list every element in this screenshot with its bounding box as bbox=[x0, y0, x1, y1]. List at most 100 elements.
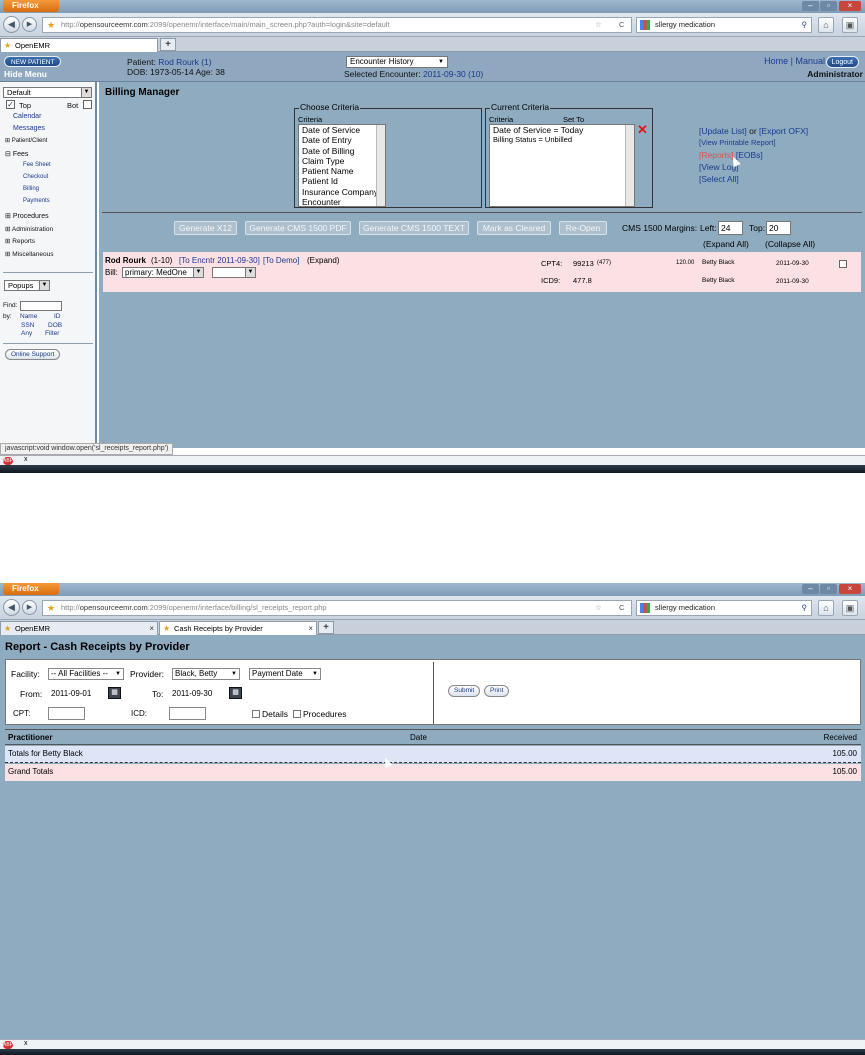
bill-option-select[interactable]: ▼ bbox=[212, 267, 256, 278]
top-margin-input[interactable]: 20 bbox=[766, 221, 791, 235]
search-icon[interactable]: ⚲ bbox=[802, 18, 808, 32]
details-checkbox[interactable] bbox=[252, 710, 260, 718]
firefox-menu-button[interactable]: Firefox bbox=[3, 583, 59, 595]
find-by-ssn[interactable]: SSN bbox=[21, 322, 34, 329]
criteria-option[interactable]: Patient Id bbox=[302, 176, 385, 186]
online-support-button[interactable]: Online Support bbox=[5, 349, 61, 360]
criteria-listbox[interactable]: Date of Service Date of Entry Date of Bi… bbox=[298, 124, 386, 207]
nav-messages[interactable]: Messages bbox=[13, 125, 45, 132]
icd-input[interactable] bbox=[169, 707, 206, 720]
facility-select[interactable]: -- All Facilities -- ▼ bbox=[48, 668, 124, 680]
nav-payments[interactable]: Payments bbox=[23, 198, 50, 204]
top-checkbox[interactable]: ✓ bbox=[6, 100, 15, 109]
search-bar[interactable]: sllergy medication ⚲ bbox=[636, 17, 812, 33]
nav-miscellaneous[interactable]: ⊞ Miscellaneous bbox=[5, 250, 53, 258]
current-criteria-listbox[interactable]: Date of Service = Today Billing Status =… bbox=[489, 124, 635, 207]
find-filter[interactable]: Filter bbox=[45, 330, 59, 337]
nav-administration[interactable]: ⊞ Administration bbox=[5, 225, 53, 233]
search-icon[interactable]: ⚲ bbox=[802, 601, 808, 615]
firefox-menu-button[interactable]: Firefox bbox=[3, 0, 59, 12]
find-by-dob[interactable]: DOB bbox=[48, 322, 62, 329]
provider-select[interactable]: Black, Betty ▼ bbox=[172, 668, 240, 680]
criteria-option[interactable]: Insurance Company bbox=[302, 187, 385, 197]
criteria-option[interactable]: Date of Entry bbox=[302, 135, 385, 145]
back-icon[interactable]: ◀ bbox=[3, 599, 20, 616]
expand-claim-link[interactable]: (Expand) bbox=[307, 256, 339, 265]
minimize-icon[interactable]: – bbox=[802, 584, 819, 594]
to-encounter-link[interactable]: [To Encntr 2011-09-30] bbox=[179, 256, 260, 265]
extension-icon[interactable]: ▣ bbox=[842, 17, 858, 33]
criteria-option[interactable]: Patient Name bbox=[302, 166, 385, 176]
collapse-all-link[interactable]: (Collapse All) bbox=[765, 239, 815, 249]
nav-billing[interactable]: Billing bbox=[23, 186, 39, 192]
url-bar[interactable]: ★ http://opensourceemr.com:2099/openemr/i… bbox=[42, 17, 632, 33]
tab-openemr[interactable]: ★ OpenEMR × bbox=[0, 621, 158, 635]
selected-encounter-link[interactable]: 2011-09-30 (10) bbox=[423, 69, 483, 79]
view-printable-report-link[interactable]: [View Printable Report] bbox=[699, 137, 808, 149]
minimize-icon[interactable]: – bbox=[802, 1, 819, 11]
view-log-link[interactable]: [View Log] bbox=[699, 161, 808, 173]
tab-cash-receipts[interactable]: ★ Cash Receipts by Provider × bbox=[159, 621, 317, 635]
reports-link[interactable]: [Reports] bbox=[699, 150, 734, 160]
print-button[interactable]: Print bbox=[484, 685, 510, 697]
find-input[interactable] bbox=[20, 301, 62, 311]
export-ofx-link[interactable]: [Export OFX] bbox=[759, 126, 808, 136]
to-demo-link[interactable]: [To Demo] bbox=[263, 256, 299, 265]
home-link[interactable]: Home bbox=[764, 56, 788, 66]
find-by-id[interactable]: ID bbox=[54, 313, 61, 320]
close-tab-icon[interactable]: × bbox=[149, 622, 154, 635]
nav-fees[interactable]: ⊟ Fees bbox=[5, 150, 28, 158]
maximize-icon[interactable]: ▫ bbox=[820, 1, 837, 11]
from-date-input[interactable]: 2011-09-01 bbox=[48, 687, 106, 700]
new-patient-button[interactable]: NEW PATIENT bbox=[4, 56, 62, 67]
bill-payer-select[interactable]: primary: MedOne ▼ bbox=[122, 267, 204, 278]
generate-x12-button[interactable]: Generate X12 bbox=[174, 221, 237, 235]
reload-icon[interactable]: C bbox=[619, 601, 624, 615]
home-icon[interactable]: ⌂ bbox=[818, 600, 834, 616]
claim-select-checkbox[interactable] bbox=[839, 260, 847, 268]
back-icon[interactable]: ◀ bbox=[3, 16, 20, 33]
listbox-scrollbar[interactable] bbox=[376, 125, 385, 206]
generate-cms1500-pdf-button[interactable]: Generate CMS 1500 PDF bbox=[245, 221, 351, 235]
mark-as-cleared-button[interactable]: Mark as Cleared bbox=[477, 221, 551, 235]
listbox-scrollbar[interactable] bbox=[625, 125, 634, 206]
adblock-icon[interactable]: ABP bbox=[3, 1041, 13, 1049]
criteria-option[interactable]: Date of Service bbox=[302, 125, 385, 135]
cpt-input[interactable] bbox=[48, 707, 85, 720]
submit-button[interactable]: Submit bbox=[448, 685, 481, 697]
nav-patient-client[interactable]: ⊞ Patient/Client bbox=[5, 137, 47, 144]
tab-openemr[interactable]: ★ OpenEMR bbox=[0, 38, 158, 52]
manual-link[interactable]: Manual bbox=[795, 56, 825, 66]
criteria-option[interactable]: Encounter bbox=[302, 197, 385, 206]
search-bar[interactable]: sllergy medication ⚲ bbox=[636, 600, 812, 616]
home-icon[interactable]: ⌂ bbox=[818, 17, 834, 33]
update-list-link[interactable]: [Update List] bbox=[699, 126, 747, 136]
forward-icon[interactable]: ▶ bbox=[22, 600, 37, 615]
close-tab-icon[interactable]: × bbox=[308, 622, 313, 635]
to-date-input[interactable]: 2011-09-30 bbox=[169, 687, 227, 700]
current-criteria-item[interactable]: Date of Service = Today bbox=[493, 125, 634, 135]
close-window-icon[interactable]: × bbox=[839, 1, 861, 11]
reload-icon[interactable]: C bbox=[619, 18, 624, 32]
calendar-icon[interactable]: ▦ bbox=[229, 687, 242, 699]
close-addon-bar-icon[interactable]: x bbox=[24, 1040, 28, 1047]
close-window-icon[interactable]: × bbox=[839, 584, 861, 594]
re-open-button[interactable]: Re-Open bbox=[559, 221, 607, 235]
nav-fee-sheet[interactable]: Fee Sheet bbox=[23, 162, 51, 168]
nav-calendar[interactable]: Calendar bbox=[13, 113, 41, 120]
encounter-history-select[interactable]: Encounter History ▼ bbox=[346, 56, 448, 68]
nav-procedures[interactable]: ⊞ Procedures bbox=[5, 212, 49, 220]
criteria-option[interactable]: Date of Billing bbox=[302, 146, 385, 156]
hide-menu-link[interactable]: Hide Menu bbox=[4, 69, 47, 79]
new-tab-button[interactable]: + bbox=[160, 38, 176, 51]
bot-checkbox[interactable] bbox=[83, 100, 92, 109]
popups-select[interactable]: Popups ▼ bbox=[4, 280, 50, 291]
find-by-name[interactable]: Name bbox=[20, 313, 37, 320]
bookmark-star-icon[interactable]: ☆ bbox=[595, 18, 602, 32]
url-bar[interactable]: ★ http://opensourceemr.com:2099/openemr/i… bbox=[42, 600, 632, 616]
procedures-checkbox[interactable] bbox=[293, 710, 301, 718]
expand-all-link[interactable]: (Expand All) bbox=[703, 239, 749, 249]
left-margin-input[interactable]: 24 bbox=[718, 221, 743, 235]
eobs-link[interactable]: [EOBs] bbox=[736, 150, 763, 160]
remove-criteria-icon[interactable]: ✕ bbox=[637, 122, 648, 138]
